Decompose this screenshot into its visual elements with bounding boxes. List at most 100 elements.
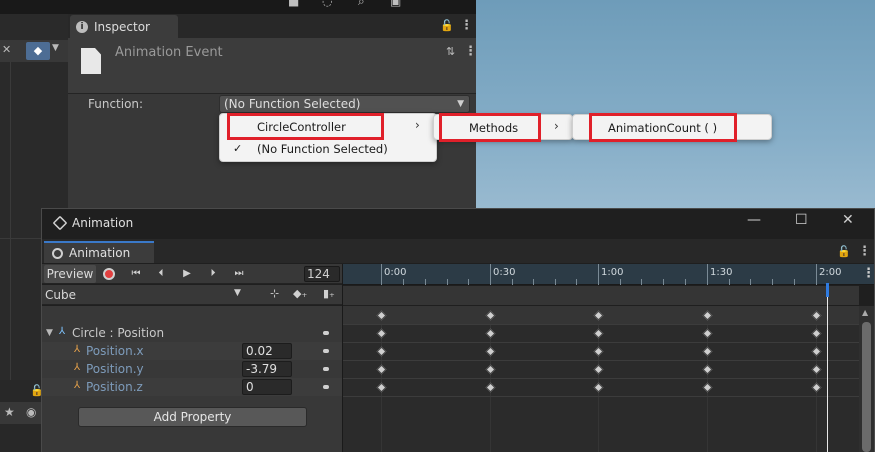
- minimize-icon[interactable]: —: [747, 212, 761, 228]
- layers-icon[interactable]: ◆: [26, 42, 50, 60]
- property-row-y[interactable]: ⅄ Position.y -3.79: [42, 360, 342, 378]
- kebab-menu-icon[interactable]: ⋮: [464, 44, 477, 59]
- foldout-arrow-icon[interactable]: ▼: [46, 328, 53, 338]
- frame-input[interactable]: 124: [304, 266, 340, 282]
- timeline-ruler[interactable]: 0:00 0:30 1:00 1:30 2:00 ⋮: [343, 264, 875, 285]
- kebab-menu-icon[interactable]: ⋮: [862, 266, 875, 281]
- transform-axes-icon: ⅄: [59, 326, 66, 337]
- next-key-icon[interactable]: ⏵: [202, 265, 224, 283]
- property-group-row[interactable]: ▼ ⅄ Circle : Position: [42, 324, 342, 342]
- event-track[interactable]: [343, 286, 859, 305]
- preview-button[interactable]: Preview: [44, 265, 96, 283]
- keyframe[interactable]: [702, 364, 713, 375]
- tab-inspector[interactable]: i Inspector: [70, 15, 178, 39]
- window-titlebar[interactable]: Animation — ☐ ✕: [42, 209, 874, 239]
- add-keyframe-icon[interactable]: ◆₊: [293, 287, 307, 300]
- keyframe[interactable]: [376, 328, 387, 339]
- last-key-icon[interactable]: ⏭: [228, 265, 250, 283]
- animation-toolbar: Preview ⏮ ⏴ ▶ ⏵ ⏭ 124: [42, 264, 342, 284]
- first-key-icon[interactable]: ⏮: [125, 265, 147, 283]
- keyframe[interactable]: [593, 382, 604, 393]
- ruler-minor-tick: [729, 279, 730, 285]
- options-dot-icon[interactable]: [323, 367, 329, 371]
- hierarchy-panel: 🔓 ★ ◉: [0, 380, 44, 452]
- gizmo-icon[interactable]: ✕: [2, 43, 11, 56]
- lock-icon[interactable]: 🔓: [837, 245, 851, 258]
- eye-icon[interactable]: ◉: [26, 405, 36, 419]
- keyframe[interactable]: [376, 364, 387, 375]
- highlight-box: [439, 113, 541, 142]
- playhead-line[interactable]: [827, 286, 828, 452]
- keyframe[interactable]: [485, 346, 496, 357]
- clip-selector-row: Cube ▼ ⊹ ◆₊ ▮₊: [42, 285, 342, 305]
- ruler-minor-tick: [663, 279, 664, 285]
- clip-dropdown[interactable]: Cube: [45, 288, 76, 302]
- chevron-down-icon[interactable]: ▼: [234, 288, 241, 298]
- clock-icon: [52, 247, 63, 259]
- ruler-tick: [816, 264, 817, 285]
- keyframe[interactable]: [485, 382, 496, 393]
- playhead-handle[interactable]: [826, 283, 829, 297]
- ruler-minor-tick: [425, 279, 426, 285]
- kebab-menu-icon[interactable]: ⋮: [858, 244, 871, 259]
- keyframe[interactable]: [593, 364, 604, 375]
- keyframe[interactable]: [485, 328, 496, 339]
- info-icon: i: [76, 21, 88, 33]
- function-dropdown[interactable]: (No Function Selected) ▼: [219, 95, 470, 113]
- menu-item-no-function[interactable]: (No Function Selected): [257, 142, 388, 156]
- inspector-header: Animation Event ⇅ ⋮: [68, 38, 477, 94]
- keyframe[interactable]: [593, 328, 604, 339]
- chevron-down-icon[interactable]: ▼: [52, 43, 59, 53]
- add-property-button[interactable]: Add Property: [78, 407, 307, 427]
- tab-label: Inspector: [94, 20, 150, 34]
- property-name: Position.x: [86, 344, 144, 358]
- options-dot-icon[interactable]: [323, 385, 329, 389]
- filter-by-selection-icon[interactable]: ⊹: [270, 287, 279, 300]
- history-icon[interactable]: ◌: [322, 0, 332, 8]
- keyframe[interactable]: [702, 382, 713, 393]
- star-icon[interactable]: ★: [4, 405, 15, 419]
- row-divider: [343, 360, 859, 361]
- property-value-input[interactable]: -3.79: [242, 361, 292, 377]
- highlight-box: [589, 113, 737, 142]
- options-dot-icon[interactable]: [323, 331, 329, 335]
- check-icon: ✓: [233, 142, 243, 155]
- scroll-up-icon[interactable]: ▲: [862, 308, 868, 317]
- record-button[interactable]: [103, 268, 115, 280]
- property-row-x[interactable]: ⅄ Position.x 0.02: [42, 342, 342, 360]
- search-icon[interactable]: ⌕: [358, 0, 365, 9]
- dopesheet[interactable]: [343, 306, 859, 452]
- prev-key-icon[interactable]: ⏴: [150, 265, 172, 283]
- maximize-icon[interactable]: ☐: [795, 212, 808, 228]
- keyframe[interactable]: [376, 346, 387, 357]
- tab-animation[interactable]: Animation: [44, 241, 154, 263]
- layout-icon[interactable]: ▣: [390, 0, 401, 8]
- keyframe[interactable]: [702, 328, 713, 339]
- keyframe[interactable]: [593, 346, 604, 357]
- property-row-z[interactable]: ⅄ Position.z 0: [42, 378, 342, 396]
- property-value-input[interactable]: 0: [242, 379, 292, 395]
- options-dot-icon[interactable]: [323, 349, 329, 353]
- keyframe[interactable]: [702, 346, 713, 357]
- play-icon[interactable]: ▶: [176, 265, 198, 283]
- layers-icon[interactable]: ■: [288, 0, 299, 8]
- lock-icon[interactable]: 🔓: [440, 19, 454, 32]
- settings-sliders-icon[interactable]: ⇅: [446, 45, 455, 58]
- keyframe[interactable]: [376, 382, 387, 393]
- property-value-input[interactable]: 0.02: [242, 343, 292, 359]
- add-event-icon[interactable]: ▮₊: [323, 287, 335, 300]
- top-toolbar: ■ ◌ ⌕ ▣: [0, 0, 476, 14]
- scrollbar-thumb[interactable]: [862, 322, 871, 452]
- keyframe[interactable]: [811, 328, 822, 339]
- kebab-menu-icon[interactable]: ⋮: [460, 18, 473, 33]
- close-icon[interactable]: ✕: [842, 212, 854, 228]
- highlight-box: [227, 113, 384, 140]
- transform-axes-icon: ⅄: [74, 344, 81, 355]
- keyframe[interactable]: [811, 364, 822, 375]
- row-divider: [343, 396, 859, 397]
- keyframe[interactable]: [811, 346, 822, 357]
- keyframe[interactable]: [811, 382, 822, 393]
- time-label: 0:00: [384, 267, 407, 278]
- keyframe[interactable]: [485, 364, 496, 375]
- vertical-scrollbar[interactable]: ▲: [859, 306, 874, 452]
